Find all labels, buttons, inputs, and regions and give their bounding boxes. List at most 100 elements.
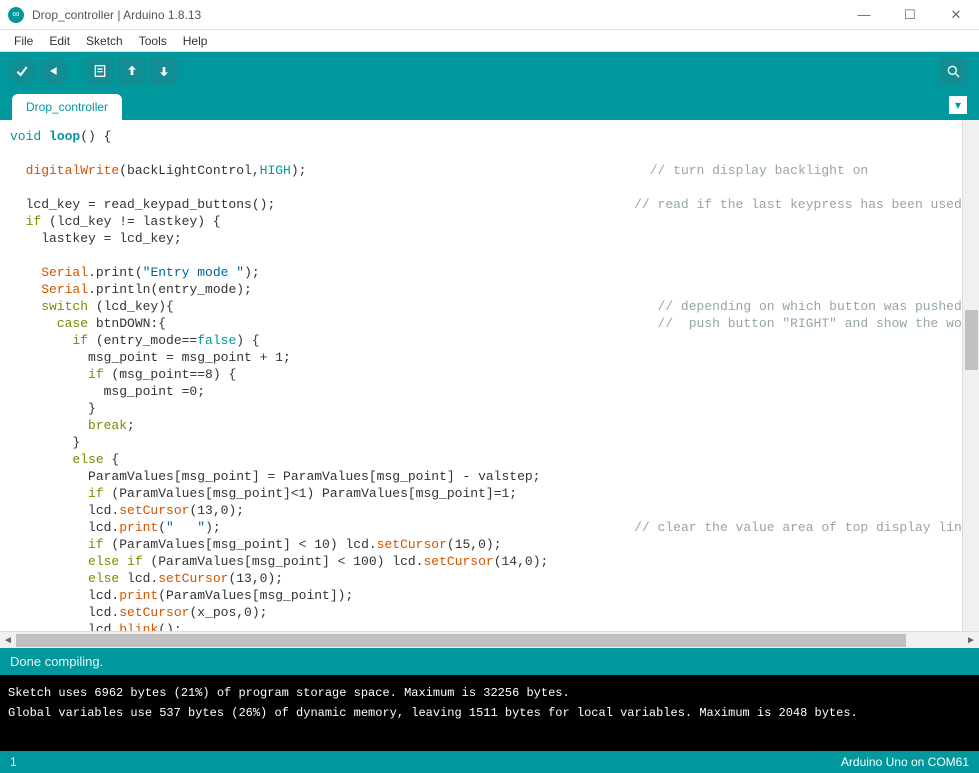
- horizontal-scrollbar[interactable]: ◄ ►: [0, 631, 979, 648]
- token: }: [10, 435, 80, 450]
- comment: // clear the value area of top display l…: [634, 520, 962, 535]
- arduino-icon: [8, 7, 24, 23]
- token: (lcd_key){: [88, 299, 174, 314]
- maximize-button[interactable]: ☐: [887, 0, 933, 30]
- token: print: [119, 520, 158, 535]
- token: msg_point = msg_point + 1;: [10, 350, 291, 365]
- token: () {: [80, 129, 111, 144]
- token: .print: [88, 265, 135, 280]
- vertical-scrollbar[interactable]: [962, 120, 979, 631]
- token: .println: [88, 282, 150, 297]
- token: msg_point =0;: [10, 384, 205, 399]
- tab-drop-controller[interactable]: Drop_controller: [12, 94, 122, 120]
- token: lcd.: [10, 605, 119, 620]
- status-bar: Done compiling.: [0, 648, 979, 675]
- token: );: [244, 265, 260, 280]
- menu-file[interactable]: File: [6, 32, 41, 50]
- toolbar: [0, 52, 979, 90]
- token: (: [135, 265, 143, 280]
- token: (entry_mode==: [88, 333, 197, 348]
- token: (14,0);: [494, 554, 549, 569]
- token: (ParamValues[msg_point] < 10) lcd.: [104, 537, 377, 552]
- console-line: Sketch uses 6962 bytes (21%) of program …: [8, 686, 570, 700]
- verify-button[interactable]: [8, 57, 36, 85]
- token: lastkey = lcd_key;: [10, 231, 182, 246]
- token: setCursor: [377, 537, 447, 552]
- token: switch: [10, 299, 88, 314]
- footer: 1 Arduino Uno on COM61: [0, 751, 979, 773]
- token: break: [10, 418, 127, 433]
- token: (ParamValues[msg_point]);: [158, 588, 353, 603]
- board-info: Arduino Uno on COM61: [841, 755, 969, 769]
- titlebar: Drop_controller | Arduino 1.8.13 — ☐ ✕: [0, 0, 979, 30]
- token: false: [197, 333, 236, 348]
- token: lcd.: [10, 503, 119, 518]
- upload-button[interactable]: [40, 57, 68, 85]
- token: btnDOWN:{: [88, 316, 166, 331]
- code-editor[interactable]: void loop() { digitalWrite(backLightCont…: [0, 120, 962, 631]
- token: setCursor: [158, 571, 228, 586]
- open-button[interactable]: [118, 57, 146, 85]
- token: if: [10, 333, 88, 348]
- token: ParamValues[msg_point] = ParamValues[msg…: [10, 469, 541, 484]
- token: (msg_point==8) {: [104, 367, 237, 382]
- token: );: [205, 520, 221, 535]
- token: (15,0);: [447, 537, 502, 552]
- save-button[interactable]: [150, 57, 178, 85]
- token: }: [10, 401, 96, 416]
- scroll-left-icon[interactable]: ◄: [0, 635, 16, 646]
- scroll-right-icon[interactable]: ►: [963, 635, 979, 646]
- comment: // depending on which button was pushed,…: [658, 299, 962, 314]
- token: );: [291, 163, 307, 178]
- token: (lcd_key != lastkey) {: [41, 214, 220, 229]
- token: void: [10, 129, 41, 144]
- token: (: [158, 520, 166, 535]
- token: blink: [119, 622, 158, 631]
- comment: // push button "RIGHT" and show the word…: [658, 316, 962, 331]
- token: (backLightControl,: [119, 163, 259, 178]
- token: else: [10, 571, 119, 586]
- close-button[interactable]: ✕: [933, 0, 979, 30]
- window-title: Drop_controller | Arduino 1.8.13: [32, 8, 841, 22]
- token: setCursor: [119, 503, 189, 518]
- token: ) {: [236, 333, 259, 348]
- output-console[interactable]: Sketch uses 6962 bytes (21%) of program …: [0, 675, 979, 751]
- menu-tools[interactable]: Tools: [131, 32, 175, 50]
- comment: // read if the last keypress has been us…: [634, 197, 962, 212]
- token: setCursor: [423, 554, 493, 569]
- token: lcd_key = read_keypad_buttons();: [10, 197, 275, 212]
- token: Serial: [10, 265, 88, 280]
- comment: // turn display backlight on: [650, 163, 868, 178]
- token: case: [10, 316, 88, 331]
- token: digitalWrite: [10, 163, 119, 178]
- menu-help[interactable]: Help: [175, 32, 216, 50]
- token: {: [104, 452, 120, 467]
- minimize-button[interactable]: —: [841, 0, 887, 30]
- token: (ParamValues[msg_point] < 100) lcd.: [143, 554, 424, 569]
- token: if: [10, 486, 104, 501]
- token: "Entry mode ": [143, 265, 244, 280]
- line-number: 1: [10, 755, 17, 769]
- token: (x_pos,0);: [189, 605, 267, 620]
- token: " ": [166, 520, 205, 535]
- token: if: [10, 537, 104, 552]
- scrollbar-thumb[interactable]: [16, 634, 906, 647]
- token: HIGH: [260, 163, 291, 178]
- token: lcd.: [10, 588, 119, 603]
- token: ();: [158, 622, 181, 631]
- token: Serial: [10, 282, 88, 297]
- menu-edit[interactable]: Edit: [41, 32, 78, 50]
- token: setCursor: [119, 605, 189, 620]
- tabs-menu-button[interactable]: ▾: [949, 96, 967, 114]
- token: else if: [10, 554, 143, 569]
- new-button[interactable]: [86, 57, 114, 85]
- token: lcd.: [10, 622, 119, 631]
- token: loop: [41, 129, 80, 144]
- token: if: [10, 214, 41, 229]
- console-line: Global variables use 537 bytes (26%) of …: [8, 706, 858, 720]
- token: lcd.: [119, 571, 158, 586]
- token: (13,0);: [228, 571, 283, 586]
- menu-sketch[interactable]: Sketch: [78, 32, 131, 50]
- serial-monitor-button[interactable]: [939, 57, 967, 85]
- scrollbar-thumb[interactable]: [965, 310, 978, 370]
